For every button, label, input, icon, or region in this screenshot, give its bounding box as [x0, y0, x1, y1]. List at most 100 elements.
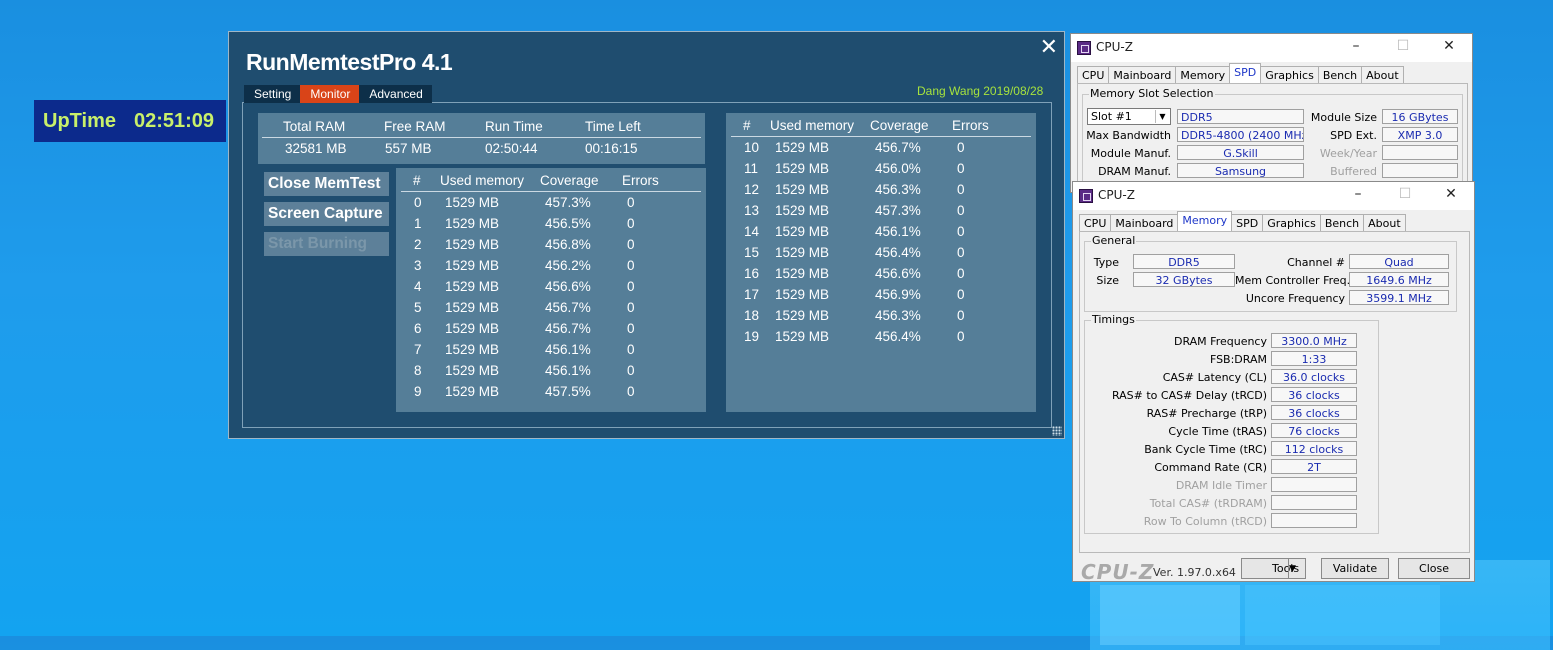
cell-errors: 0	[957, 245, 965, 260]
desktop-glow-c	[1245, 585, 1440, 645]
close-icon[interactable]: ✕	[1441, 186, 1461, 202]
cell-index: 15	[744, 245, 760, 260]
dram-frequency-label: DRAM Frequency	[1173, 335, 1267, 348]
row-to-column-trcd-label: Row To Column (tRCD)	[1143, 515, 1267, 528]
timings-group: Timings DRAM Frequency 3300.0 MHz FSB:DRAM…	[1084, 313, 1379, 534]
cell-used-memory: 1529 MB	[445, 237, 500, 252]
cycle-time-tras-value: 76 clocks	[1271, 423, 1357, 438]
cell-errors: 0	[957, 308, 965, 323]
close-icon[interactable]: ✕	[1040, 34, 1058, 60]
title-bar: CPU-Z – ☐ ✕	[1071, 34, 1472, 62]
general-group: General Type DDR5 Size 32 GBytes Channel…	[1084, 234, 1457, 312]
tab-monitor[interactable]: Monitor	[300, 85, 360, 103]
header-divider	[401, 191, 701, 192]
screen-capture-button[interactable]: Screen Capture	[264, 202, 389, 226]
validate-button[interactable]: Validate	[1321, 558, 1389, 579]
minimize-icon[interactable]: –	[1348, 186, 1368, 202]
dram-manuf-value: Samsung	[1177, 163, 1304, 178]
cell-errors: 0	[957, 224, 965, 239]
uptime-label: UpTime	[43, 109, 116, 132]
time-left-header: Time Left	[585, 119, 641, 134]
minimize-icon[interactable]: –	[1346, 38, 1366, 54]
cell-coverage: 456.9%	[875, 287, 921, 302]
close-icon[interactable]: ✕	[1439, 38, 1459, 54]
tab-setting[interactable]: Setting	[244, 85, 301, 103]
uncore-frequency-label: Uncore Frequency	[1245, 292, 1345, 305]
author-credit: Dang Wang 2019/08/28	[917, 84, 1044, 98]
spd-panel: Memory Slot Selection Slot #1 ▼ DDR5 Mod…	[1077, 83, 1468, 193]
cell-errors: 0	[957, 203, 965, 218]
ras-precharge-trp-value: 36 clocks	[1271, 405, 1357, 420]
resize-grip[interactable]	[1052, 426, 1062, 436]
module-size-value: 16 GBytes	[1382, 109, 1458, 124]
cell-index: 11	[744, 161, 759, 176]
cell-coverage: 456.6%	[875, 266, 921, 281]
channel-value: Quad	[1349, 254, 1449, 269]
cell-used-memory: 1529 MB	[775, 203, 830, 218]
cell-index: 3	[414, 258, 422, 273]
buffered-value	[1382, 163, 1458, 178]
cell-used-memory: 1529 MB	[445, 195, 500, 210]
mem-controller-freq-value: 1649.6 MHz	[1349, 272, 1449, 287]
week-year-label: Week/Year	[1319, 147, 1377, 160]
maximize-icon[interactable]: ☐	[1393, 38, 1413, 54]
total-ram-header: Total RAM	[283, 119, 346, 134]
slot-select[interactable]: Slot #1 ▼	[1087, 108, 1171, 125]
dram-frequency-value: 3300.0 MHz	[1271, 333, 1357, 348]
slot-group: Memory Slot Selection Slot #1 ▼ DDR5 Mod…	[1082, 87, 1463, 192]
ras-precharge-trp-label: RAS# Precharge (tRP)	[1146, 407, 1267, 420]
cell-index: 2	[414, 237, 422, 252]
cell-coverage: 456.8%	[545, 237, 591, 252]
cell-index: 9	[414, 384, 422, 399]
cell-index: 10	[744, 140, 760, 155]
close-button[interactable]: Close	[1398, 558, 1470, 579]
cell-errors: 0	[957, 182, 965, 197]
cell-coverage: 456.6%	[545, 279, 591, 294]
cell-index: 14	[744, 224, 760, 239]
tools-button[interactable]: Tools ▼	[1241, 558, 1306, 579]
cell-index: 12	[744, 182, 760, 197]
type-label: Type	[1093, 256, 1119, 269]
tab-advanced[interactable]: Advanced	[359, 85, 432, 103]
bank-cycle-time-trc-value: 112 clocks	[1271, 441, 1357, 456]
spd-ext-value: XMP 3.0	[1382, 127, 1458, 142]
size-value: 32 GBytes	[1133, 272, 1235, 287]
cell-used-memory: 1529 MB	[445, 342, 500, 357]
cell-used-memory: 1529 MB	[775, 308, 830, 323]
close-memtest-button[interactable]: Close MemTest	[264, 172, 389, 196]
cell-used-memory: 1529 MB	[445, 279, 500, 294]
size-label: Size	[1096, 274, 1119, 287]
total-cas-trdram-value	[1271, 495, 1357, 510]
cpuz-logo-icon	[1079, 189, 1093, 203]
timings-group-title: Timings	[1091, 313, 1136, 326]
module-manuf-label: Module Manuf.	[1090, 147, 1171, 160]
start-burning-button[interactable]: Start Burning	[264, 232, 389, 256]
cpuz-brand-logo: CPU-Z	[1081, 560, 1155, 584]
ras-to-cas-delay-trcd-value: 36 clocks	[1271, 387, 1357, 402]
spd-ext-label: SPD Ext.	[1330, 129, 1377, 142]
slot-group-title: Memory Slot Selection	[1089, 87, 1215, 100]
chevron-down-icon[interactable]: ▼	[1288, 559, 1305, 578]
cell-index: 8	[414, 363, 422, 378]
tab-bar: Setting Monitor Advanced	[244, 85, 432, 103]
summary-panel: Total RAM Free RAM Run Time Time Left 32…	[258, 113, 705, 164]
cell-coverage: 456.1%	[545, 342, 591, 357]
summary-divider	[262, 137, 701, 138]
module-manuf-value: G.Skill	[1177, 145, 1304, 160]
row-to-column-trcd-value	[1271, 513, 1357, 528]
app-title: RunMemtestPro 4.1	[246, 49, 453, 75]
cell-errors: 0	[627, 321, 635, 336]
run-time-value: 02:50:44	[485, 141, 538, 156]
max-bandwidth-value: DDR5-4800 (2400 MHz)	[1177, 127, 1304, 142]
cell-coverage: 456.1%	[875, 224, 921, 239]
module-size-label: Module Size	[1310, 111, 1377, 124]
total-ram-value: 32581 MB	[285, 141, 347, 156]
desktop-glow-b	[1100, 585, 1240, 645]
runmemtest-window: RunMemtestPro 4.1 ✕ Setting Monitor Adva…	[228, 31, 1065, 439]
cpuz-spd-window: CPU-Z – ☐ ✕ CPU Mainboard Memory SPD Graphic…	[1070, 33, 1473, 193]
type-value: DDR5	[1133, 254, 1235, 269]
maximize-icon[interactable]: ☐	[1395, 186, 1415, 202]
dram-manuf-label: DRAM Manuf.	[1098, 165, 1171, 178]
window-title: CPU-Z	[1098, 188, 1135, 202]
column-header-coverage: Coverage	[540, 173, 599, 188]
